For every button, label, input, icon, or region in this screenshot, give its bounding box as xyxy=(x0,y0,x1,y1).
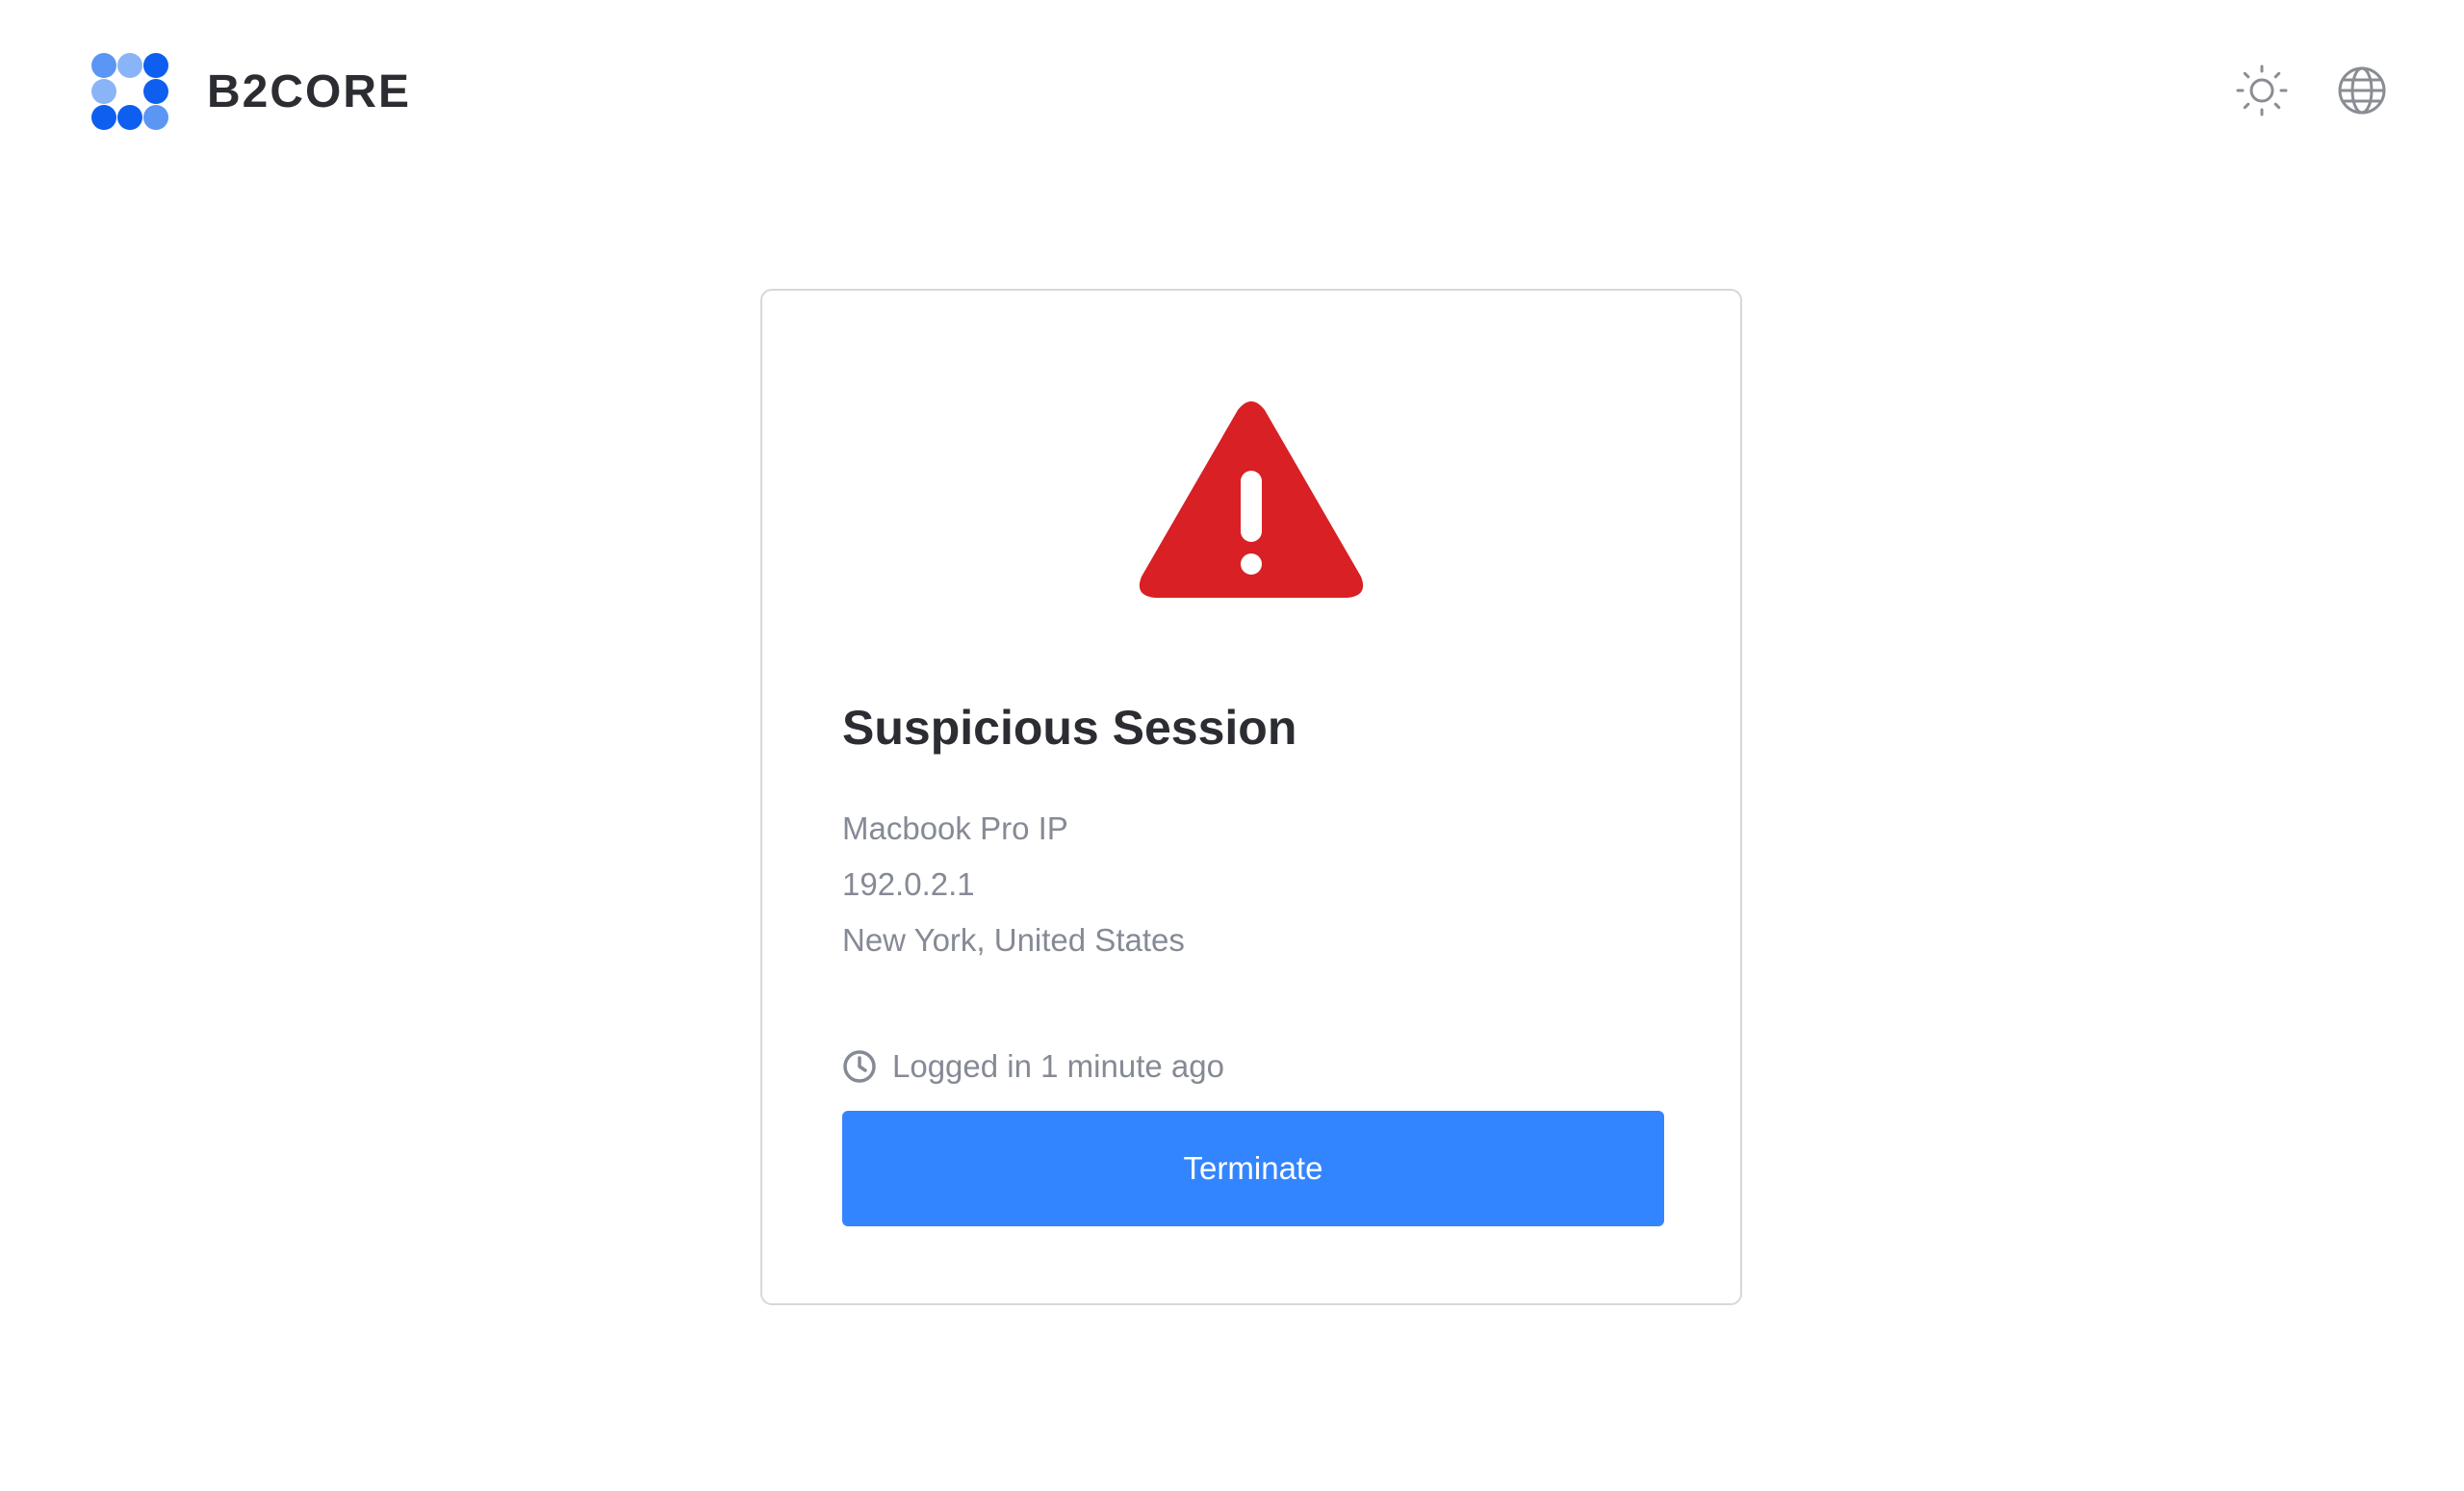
logged-in-text: Logged in 1 minute ago xyxy=(892,1048,1224,1084)
location: New York, United States xyxy=(842,922,1185,958)
globe-icon xyxy=(2338,66,2386,115)
theme-toggle-button[interactable] xyxy=(2235,64,2289,117)
logo-mark-icon xyxy=(91,53,168,130)
warning-triangle-icon xyxy=(1139,401,1364,598)
session-title: Suspicious Session xyxy=(842,701,1297,755)
brand-name: B2CORE xyxy=(207,65,412,117)
sun-icon xyxy=(2236,64,2288,116)
session-details: Macbook Pro IP 192.0.2.1 New York, Unite… xyxy=(842,801,1185,968)
clock-icon xyxy=(843,1050,876,1083)
device-name: Macbook Pro IP xyxy=(842,810,1068,846)
header: B2CORE xyxy=(0,0,2464,183)
language-button[interactable] xyxy=(2335,64,2389,117)
logo[interactable]: B2CORE xyxy=(91,53,411,130)
ip-address: 192.0.2.1 xyxy=(842,866,975,902)
logged-in-status: Logged in 1 minute ago xyxy=(842,1048,1224,1085)
terminate-button[interactable]: Terminate xyxy=(842,1111,1664,1226)
suspicious-session-card: Suspicious Session Macbook Pro IP 192.0.… xyxy=(760,289,1742,1305)
header-actions xyxy=(2235,64,2389,117)
